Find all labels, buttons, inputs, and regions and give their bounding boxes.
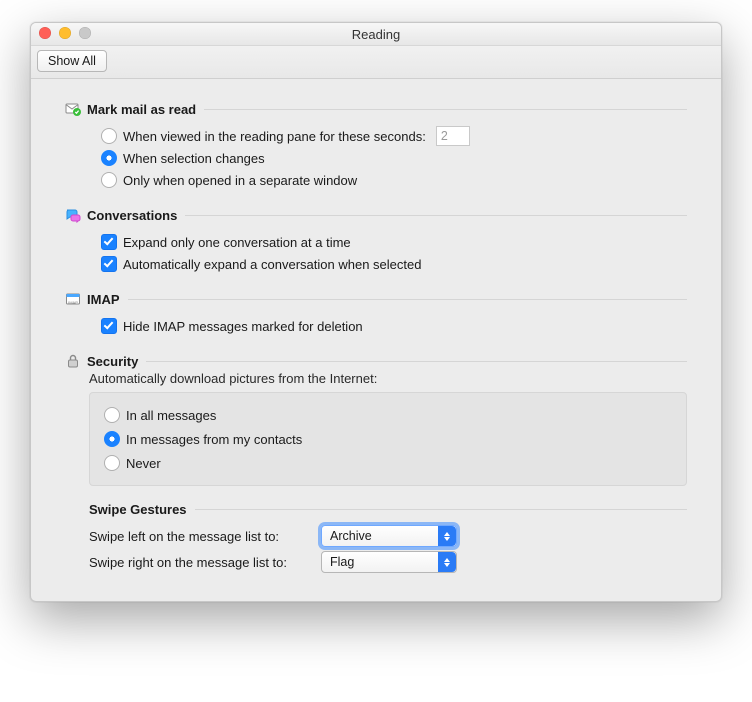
swipe-left-select[interactable]: Archive bbox=[321, 525, 457, 547]
imap-options: Hide IMAP messages marked for deletion bbox=[101, 315, 687, 337]
toolbar: Show All bbox=[31, 46, 721, 79]
section-title: IMAP bbox=[87, 292, 120, 307]
section-conversations: Conversations bbox=[65, 207, 687, 223]
radio-icon bbox=[104, 455, 120, 471]
select-value: Flag bbox=[330, 555, 354, 569]
svg-text:IMAP: IMAP bbox=[68, 300, 78, 305]
chevron-updown-icon bbox=[438, 552, 456, 572]
section-security: Security bbox=[65, 353, 687, 369]
swipe-options: Swipe left on the message list to: Archi… bbox=[89, 523, 687, 575]
divider bbox=[128, 299, 688, 300]
check-label: Expand only one conversation at a time bbox=[123, 235, 351, 250]
content: Mark mail as read When viewed in the rea… bbox=[31, 79, 721, 601]
section-mark-read: Mark mail as read bbox=[65, 101, 687, 117]
swipe-right-select[interactable]: Flag bbox=[321, 551, 457, 573]
radio-label: Never bbox=[126, 456, 161, 471]
radio-icon bbox=[101, 172, 117, 188]
section-title: Swipe Gestures bbox=[89, 502, 187, 517]
section-title: Mark mail as read bbox=[87, 102, 196, 117]
divider bbox=[195, 509, 687, 510]
swipe-right-label: Swipe right on the message list to: bbox=[89, 555, 315, 570]
divider bbox=[146, 361, 687, 362]
check-icon bbox=[101, 318, 117, 334]
mark-read-options: When viewed in the reading pane for thes… bbox=[101, 125, 687, 191]
check-auto-expand[interactable]: Automatically expand a conversation when… bbox=[101, 253, 687, 275]
check-label: Hide IMAP messages marked for deletion bbox=[123, 319, 363, 334]
zoom-icon[interactable] bbox=[79, 27, 91, 39]
radio-selection-changes[interactable]: When selection changes bbox=[101, 147, 687, 169]
window-title: Reading bbox=[352, 27, 400, 42]
radio-reading-pane-seconds[interactable]: When viewed in the reading pane for thes… bbox=[101, 125, 687, 147]
imap-icon: IMAP bbox=[65, 291, 81, 307]
check-icon bbox=[101, 234, 117, 250]
select-value: Archive bbox=[330, 529, 372, 543]
radio-separate-window[interactable]: Only when opened in a separate window bbox=[101, 169, 687, 191]
chevron-updown-icon bbox=[438, 526, 456, 546]
check-label: Automatically expand a conversation when… bbox=[123, 257, 421, 272]
radio-icon bbox=[104, 407, 120, 423]
check-icon bbox=[101, 256, 117, 272]
show-all-button[interactable]: Show All bbox=[37, 50, 107, 72]
radio-icon bbox=[101, 150, 117, 166]
preferences-window: Reading Show All Mark mail as read W bbox=[30, 22, 722, 602]
section-imap: IMAP IMAP bbox=[65, 291, 687, 307]
window-controls bbox=[39, 27, 91, 39]
divider bbox=[185, 215, 687, 216]
radio-all-messages[interactable]: In all messages bbox=[104, 403, 672, 427]
section-title: Security bbox=[87, 354, 138, 369]
radio-icon bbox=[104, 431, 120, 447]
section-swipe: Swipe Gestures bbox=[89, 502, 687, 517]
radio-label: Only when opened in a separate window bbox=[123, 173, 357, 188]
titlebar: Reading bbox=[31, 23, 721, 46]
conversations-icon bbox=[65, 207, 81, 223]
conversations-options: Expand only one conversation at a time A… bbox=[101, 231, 687, 275]
divider bbox=[204, 109, 687, 110]
radio-label: When selection changes bbox=[123, 151, 265, 166]
radio-label: In all messages bbox=[126, 408, 216, 423]
radio-label: When viewed in the reading pane for thes… bbox=[123, 129, 426, 144]
close-icon[interactable] bbox=[39, 27, 51, 39]
show-all-label: Show All bbox=[48, 54, 96, 68]
minimize-icon[interactable] bbox=[59, 27, 71, 39]
radio-my-contacts[interactable]: In messages from my contacts bbox=[104, 427, 672, 451]
security-panel: In all messages In messages from my cont… bbox=[89, 392, 687, 486]
swipe-left-label: Swipe left on the message list to: bbox=[89, 529, 315, 544]
envelope-check-icon bbox=[65, 101, 81, 117]
check-expand-one[interactable]: Expand only one conversation at a time bbox=[101, 231, 687, 253]
swipe-right-row: Swipe right on the message list to: Flag bbox=[89, 549, 687, 575]
radio-icon bbox=[101, 128, 117, 144]
radio-never[interactable]: Never bbox=[104, 451, 672, 475]
section-title: Conversations bbox=[87, 208, 177, 223]
check-hide-deleted[interactable]: Hide IMAP messages marked for deletion bbox=[101, 315, 687, 337]
seconds-input[interactable]: 2 bbox=[436, 126, 470, 146]
radio-label: In messages from my contacts bbox=[126, 432, 302, 447]
security-description: Automatically download pictures from the… bbox=[89, 371, 687, 386]
lock-icon bbox=[65, 353, 81, 369]
swipe-left-row: Swipe left on the message list to: Archi… bbox=[89, 523, 687, 549]
